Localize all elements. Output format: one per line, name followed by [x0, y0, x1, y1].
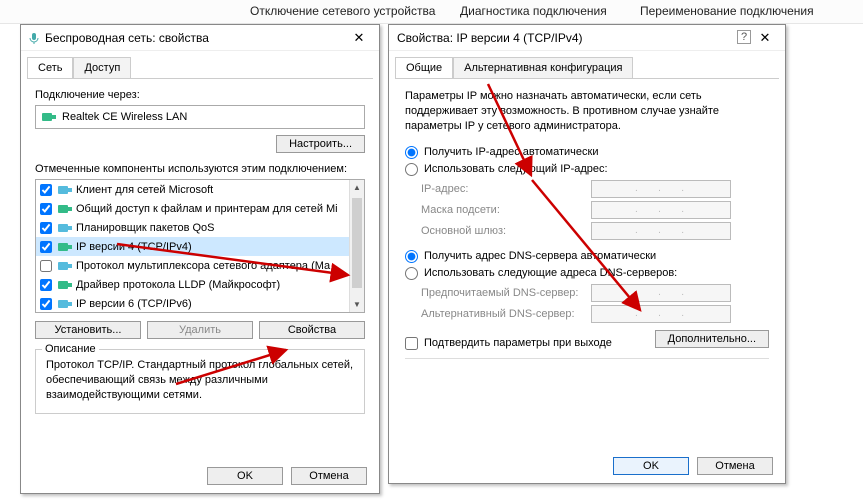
- component-label: Протокол мультиплексора сетевого адаптер…: [76, 260, 330, 272]
- component-label: Клиент для сетей Microsoft: [76, 184, 213, 196]
- dns-preferred-label: Предпочитаемый DNS-сервер:: [421, 287, 591, 299]
- component-checkbox[interactable]: [40, 203, 52, 215]
- component-label: IP версии 6 (TCP/IPv6): [76, 298, 192, 310]
- ok-button[interactable]: OK: [613, 457, 689, 475]
- gateway-label: Основной шлюз:: [421, 225, 591, 237]
- cancel-button[interactable]: Отмена: [291, 467, 367, 485]
- separator: [405, 358, 769, 359]
- titlebar: Беспроводная сеть: свойства ✕: [21, 25, 379, 51]
- wireless-properties-dialog: Беспроводная сеть: свойства ✕ Сеть Досту…: [20, 24, 380, 494]
- component-item[interactable]: Клиент для сетей Microsoft: [36, 180, 364, 199]
- command-diagnose[interactable]: Диагностика подключения: [460, 4, 607, 18]
- adapter-box: Realtek CE Wireless LAN: [35, 105, 365, 129]
- install-button[interactable]: Установить...: [35, 321, 141, 339]
- cancel-button[interactable]: Отмена: [697, 457, 773, 475]
- component-icon: [58, 222, 72, 234]
- description-text: Протокол TCP/IP. Стандартный протокол гл…: [46, 358, 354, 403]
- ok-button[interactable]: OK: [207, 467, 283, 485]
- component-item[interactable]: Общий доступ к файлам и принтерам для се…: [36, 199, 364, 218]
- component-checkbox[interactable]: [40, 241, 52, 253]
- titlebar: Свойства: IP версии 4 (TCP/IPv4) ? ✕: [389, 25, 785, 51]
- component-item[interactable]: IP версии 6 (TCP/IPv6): [36, 294, 364, 313]
- scroll-up-icon[interactable]: ▲: [350, 180, 364, 195]
- component-checkbox[interactable]: [40, 260, 52, 272]
- radio-dns-auto-label: Получить адрес DNS-сервера автоматически: [424, 250, 656, 262]
- close-icon[interactable]: ✕: [753, 30, 777, 46]
- component-item[interactable]: IP версии 4 (TCP/IPv4): [36, 237, 364, 256]
- radio-dns-manual-row[interactable]: Использовать следующие адреса DNS-сервер…: [405, 267, 769, 280]
- wifi-app-icon: [29, 32, 39, 44]
- properties-button[interactable]: Свойства: [259, 321, 365, 339]
- component-checkbox[interactable]: [40, 184, 52, 196]
- scrollbar[interactable]: ▲ ▼: [349, 180, 364, 312]
- command-rename[interactable]: Переименование подключения: [640, 4, 814, 18]
- component-label: Общий доступ к файлам и принтерам для се…: [76, 203, 338, 215]
- description-legend: Описание: [42, 343, 99, 355]
- components-list[interactable]: Клиент для сетей Microsoft Общий доступ к…: [35, 179, 365, 313]
- component-icon: [58, 279, 72, 291]
- tab-network[interactable]: Сеть: [27, 57, 73, 78]
- component-icon: [58, 241, 72, 253]
- adapter-name: Realtek CE Wireless LAN: [62, 111, 187, 123]
- radio-dns-manual-label: Использовать следующие адреса DNS-сервер…: [424, 267, 677, 279]
- uninstall-button: Удалить: [147, 321, 253, 339]
- radio-ip-auto-label: Получить IP-адрес автоматически: [424, 146, 598, 158]
- radio-ip-auto-row[interactable]: Получить IP-адрес автоматически: [405, 146, 769, 159]
- dns-alt-field: . . .: [591, 305, 731, 323]
- intro-text: Параметры IP можно назначать автоматичес…: [405, 89, 769, 134]
- connect-via-label: Подключение через:: [35, 89, 365, 101]
- radio-dns-manual[interactable]: [405, 267, 418, 280]
- component-item[interactable]: Драйвер протокола LLDP (Майкрософт): [36, 275, 364, 294]
- component-item[interactable]: Протокол мультиплексора сетевого адаптер…: [36, 256, 364, 275]
- configure-button[interactable]: Настроить...: [276, 135, 365, 153]
- radio-ip-auto[interactable]: [405, 146, 418, 159]
- radio-ip-manual-label: Использовать следующий IP-адрес:: [424, 163, 608, 175]
- component-icon: [58, 260, 72, 272]
- component-label: Планировщик пакетов QoS: [76, 222, 215, 234]
- component-label: Драйвер протокола LLDP (Майкрософт): [76, 279, 280, 291]
- radio-ip-manual-row[interactable]: Использовать следующий IP-адрес:: [405, 163, 769, 176]
- validate-checkbox[interactable]: [405, 337, 418, 350]
- description-group: Описание Протокол TCP/IP. Стандартный пр…: [35, 349, 365, 414]
- dns-alt-label: Альтернативный DNS-сервер:: [421, 308, 591, 320]
- component-checkbox[interactable]: [40, 222, 52, 234]
- component-checkbox[interactable]: [40, 279, 52, 291]
- tab-general[interactable]: Общие: [395, 57, 453, 78]
- adapter-icon: [42, 111, 56, 123]
- component-icon: [58, 203, 72, 215]
- component-item[interactable]: Планировщик пакетов QoS: [36, 218, 364, 237]
- scroll-thumb[interactable]: [352, 198, 362, 288]
- scroll-down-icon[interactable]: ▼: [350, 297, 364, 312]
- close-icon[interactable]: ✕: [347, 30, 371, 46]
- dialog-title: Беспроводная сеть: свойства: [45, 31, 209, 45]
- radio-dns-auto[interactable]: [405, 250, 418, 263]
- subnet-field: . . .: [591, 201, 731, 219]
- tab-strip: Общие Альтернативная конфигурация: [389, 51, 785, 78]
- ip-address-label: IP-адрес:: [421, 183, 591, 195]
- advanced-button[interactable]: Дополнительно...: [655, 330, 769, 348]
- components-label: Отмеченные компоненты используются этим …: [35, 163, 365, 175]
- component-label: IP версии 4 (TCP/IPv4): [76, 241, 192, 253]
- ip-address-field: . . .: [591, 180, 731, 198]
- subnet-label: Маска подсети:: [421, 204, 591, 216]
- parent-window-toolbar: Отключение сетевого устройства Диагности…: [0, 0, 863, 24]
- gateway-field: . . .: [591, 222, 731, 240]
- validate-label: Подтвердить параметры при выходе: [424, 337, 612, 349]
- radio-ip-manual[interactable]: [405, 163, 418, 176]
- component-checkbox[interactable]: [40, 298, 52, 310]
- component-icon: [58, 184, 72, 196]
- tab-sharing[interactable]: Доступ: [73, 57, 131, 78]
- component-icon: [58, 298, 72, 310]
- tab-strip: Сеть Доступ: [21, 51, 379, 78]
- tab-alt-config[interactable]: Альтернативная конфигурация: [453, 57, 633, 78]
- ipv4-properties-dialog: Свойства: IP версии 4 (TCP/IPv4) ? ✕ Общ…: [388, 24, 786, 484]
- dialog-title: Свойства: IP версии 4 (TCP/IPv4): [397, 31, 583, 45]
- command-disable-device[interactable]: Отключение сетевого устройства: [250, 4, 435, 18]
- radio-dns-auto-row[interactable]: Получить адрес DNS-сервера автоматически: [405, 250, 769, 263]
- help-icon[interactable]: ?: [737, 30, 751, 44]
- dns-preferred-field: . . .: [591, 284, 731, 302]
